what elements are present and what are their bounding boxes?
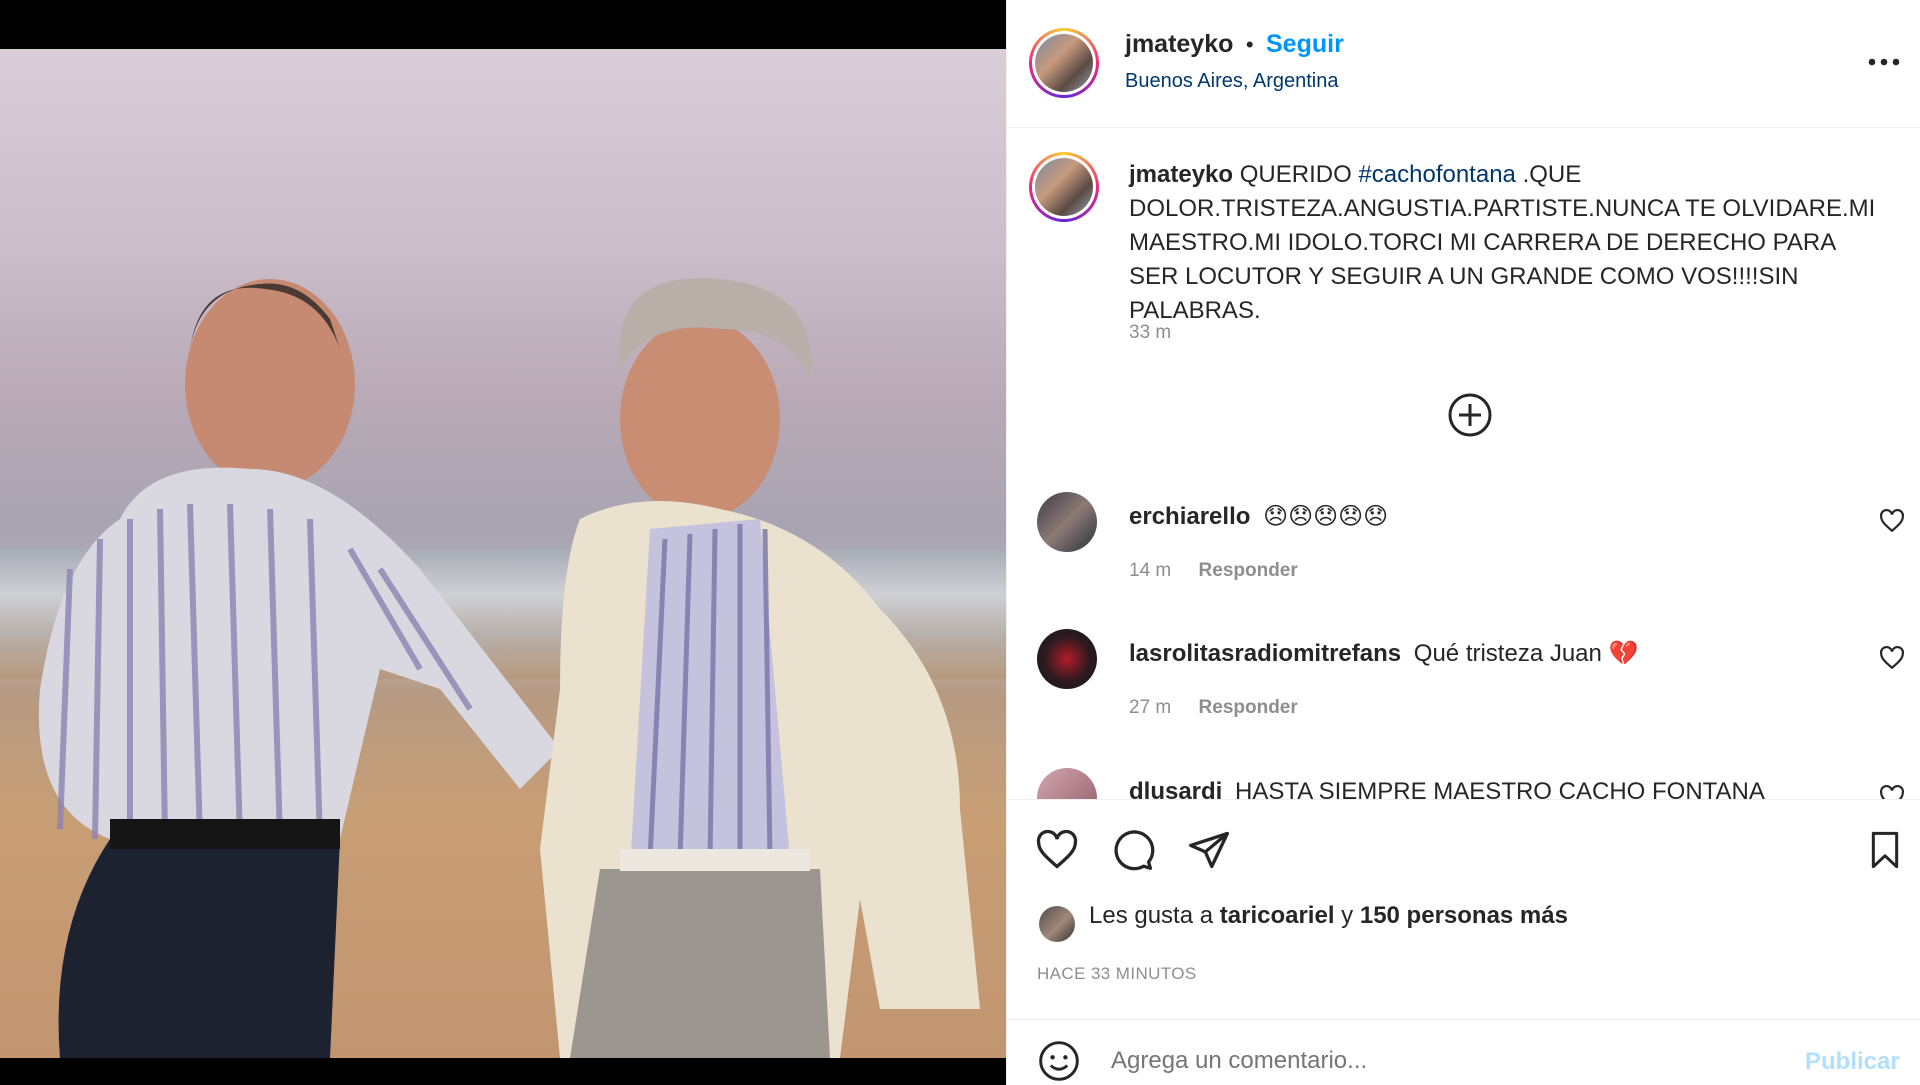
bookmark-icon[interactable]: [1865, 828, 1905, 872]
send-icon[interactable]: [1187, 828, 1231, 872]
likes-prefix: Les gusta a: [1089, 902, 1214, 929]
comment-meta: 27 m Responder: [1129, 697, 1298, 719]
comment-like-icon[interactable]: [1879, 508, 1905, 534]
comment-avatar[interactable]: [1037, 629, 1097, 689]
comment-time: 27 m: [1129, 697, 1172, 718]
comment-text: HASTA SIEMPRE MAESTRO CACHO FONTANA: [1235, 778, 1765, 800]
comment-icon[interactable]: [1111, 828, 1155, 872]
more-horizontal-icon: [1868, 58, 1900, 66]
header-separator: •: [1245, 32, 1254, 57]
comment-item: dlusardi HASTA SIEMPRE MAESTRO CACHO FON…: [1007, 764, 1920, 800]
comment-body: dlusardi HASTA SIEMPRE MAESTRO CACHO FON…: [1129, 778, 1765, 800]
more-options-button[interactable]: [1867, 50, 1901, 70]
comment-item: erchiarello 😞😞😞😞😞 14 m Responder: [1007, 488, 1920, 608]
comment-input[interactable]: [1109, 1038, 1733, 1084]
comment-username[interactable]: erchiarello: [1129, 503, 1250, 530]
comment-username[interactable]: lasrolitasradiomitrefans: [1129, 640, 1401, 667]
photo-figures: [38, 278, 980, 1058]
liker-avatar[interactable]: [1039, 906, 1075, 942]
author-avatar[interactable]: [1029, 28, 1099, 98]
comment-text: 😞😞😞😞😞: [1263, 503, 1389, 530]
comment-meta: 14 m Responder: [1129, 560, 1298, 582]
caption-hashtag[interactable]: #cachofontana: [1358, 161, 1515, 188]
post-header: jmateyko • Seguir Buenos Aires, Argentin…: [1007, 0, 1920, 128]
post-location[interactable]: Buenos Aires, Argentina: [1125, 70, 1338, 93]
smiley-icon[interactable]: [1037, 1039, 1081, 1083]
post-media[interactable]: [0, 0, 1006, 1085]
comment-time: 14 m: [1129, 560, 1172, 581]
caption-avatar[interactable]: [1029, 152, 1099, 222]
comment-username[interactable]: dlusardi: [1129, 778, 1222, 799]
author-username[interactable]: jmateyko: [1125, 30, 1233, 58]
likes-summary: Les gusta a taricoariel y 150 personas m…: [1089, 902, 1568, 930]
reply-button[interactable]: Responder: [1199, 697, 1298, 718]
comment-text: Qué tristeza Juan 💔: [1413, 640, 1639, 667]
follow-button[interactable]: Seguir: [1266, 30, 1344, 58]
comments-section: jmateyko QUERIDO #cachofontana .QUE DOLO…: [1007, 128, 1920, 800]
liker-username[interactable]: taricoariel: [1220, 902, 1335, 929]
reply-button[interactable]: Responder: [1199, 560, 1298, 581]
post-photo: [0, 49, 1006, 1058]
heart-icon[interactable]: [1035, 828, 1079, 872]
caption-text-before: QUERIDO: [1239, 161, 1352, 188]
comment-avatar[interactable]: [1037, 768, 1097, 799]
comment-avatar[interactable]: [1037, 492, 1097, 552]
likes-count[interactable]: 150 personas más: [1360, 902, 1568, 929]
post-side-panel: jmateyko • Seguir Buenos Aires, Argentin…: [1006, 0, 1920, 1085]
caption-username[interactable]: jmateyko: [1129, 161, 1233, 188]
comment-body: lasrolitasradiomitrefans Qué tristeza Ju…: [1129, 639, 1638, 668]
plus-circle-icon: [1448, 393, 1492, 437]
likes-conj: y: [1341, 902, 1354, 929]
publish-button[interactable]: Publicar: [1805, 1048, 1900, 1076]
post-caption: jmateyko QUERIDO #cachofontana .QUE DOLO…: [1129, 158, 1889, 328]
comment-like-icon[interactable]: [1879, 784, 1905, 800]
comment-composer: Publicar: [1007, 1020, 1920, 1085]
comment-item: lasrolitasradiomitrefans Qué tristeza Ju…: [1007, 625, 1920, 745]
comment-body: erchiarello 😞😞😞😞😞: [1129, 502, 1388, 531]
post-timestamp[interactable]: HACE 33 MINUTOS: [1037, 964, 1197, 984]
load-more-comments-button[interactable]: [1447, 392, 1493, 438]
caption-time: 33 m: [1129, 322, 1172, 343]
comment-like-icon[interactable]: [1879, 645, 1905, 671]
post-actions: Les gusta a taricoariel y 150 personas m…: [1007, 800, 1920, 1020]
